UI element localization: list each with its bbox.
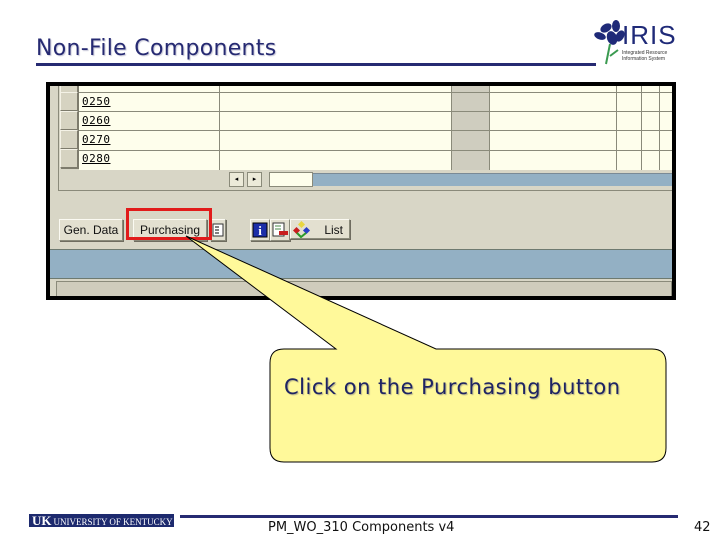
table-grid: 0250 0260 0270 0280 <box>79 86 672 170</box>
item-number[interactable]: 0250 <box>82 95 111 108</box>
info-icon: i <box>252 222 268 238</box>
gen-data-button[interactable]: Gen. Data <box>59 219 123 241</box>
purchasing-highlight-box <box>126 208 212 240</box>
row-selector[interactable] <box>60 92 78 111</box>
item-number[interactable]: 0270 <box>82 133 111 146</box>
item-number[interactable]: 0260 <box>82 114 111 127</box>
info-button[interactable]: i <box>250 219 270 241</box>
sap-blue-band <box>50 249 672 279</box>
sap-screenshot: 0250 0260 0270 0280 ◂ ▸ Gen. Data Purcha… <box>46 82 676 300</box>
status-bar <box>56 281 672 296</box>
detail-icon <box>212 223 224 237</box>
page-number: 42 <box>694 520 711 535</box>
detail-button[interactable] <box>210 219 226 241</box>
scroll-right-button[interactable]: ▸ <box>247 172 262 187</box>
scroll-left-button[interactable]: ◂ <box>229 172 244 187</box>
row-selector[interactable] <box>60 149 78 168</box>
title-underline <box>36 63 596 66</box>
svg-text:i: i <box>258 223 262 238</box>
structure-icon <box>293 221 311 239</box>
callout-text: Click on the Purchasing button <box>284 375 621 399</box>
item-number[interactable]: 0280 <box>82 152 111 165</box>
list-button[interactable]: List <box>290 219 350 239</box>
university-of-kentucky-logo: UK UNIVERSITY OF KENTUCKY <box>29 514 174 527</box>
iris-logo-subtitle: Integrated Resource Information System <box>622 50 668 62</box>
row-selector[interactable] <box>60 111 78 130</box>
scroll-thumb[interactable] <box>269 172 313 187</box>
list-button-label: List <box>324 223 343 237</box>
items-table: 0250 0260 0270 0280 ◂ ▸ <box>58 86 672 191</box>
row-selector[interactable] <box>60 130 78 149</box>
delete-button[interactable] <box>270 219 290 241</box>
footer-document-name: PM_WO_310 Components v4 <box>268 520 455 535</box>
slide-title: Non-File Components <box>36 36 277 61</box>
iris-logo-text: IRIS <box>622 20 677 50</box>
horizontal-scrollbar[interactable] <box>313 173 672 186</box>
delete-list-icon <box>272 222 288 237</box>
footer-rule <box>180 515 678 518</box>
